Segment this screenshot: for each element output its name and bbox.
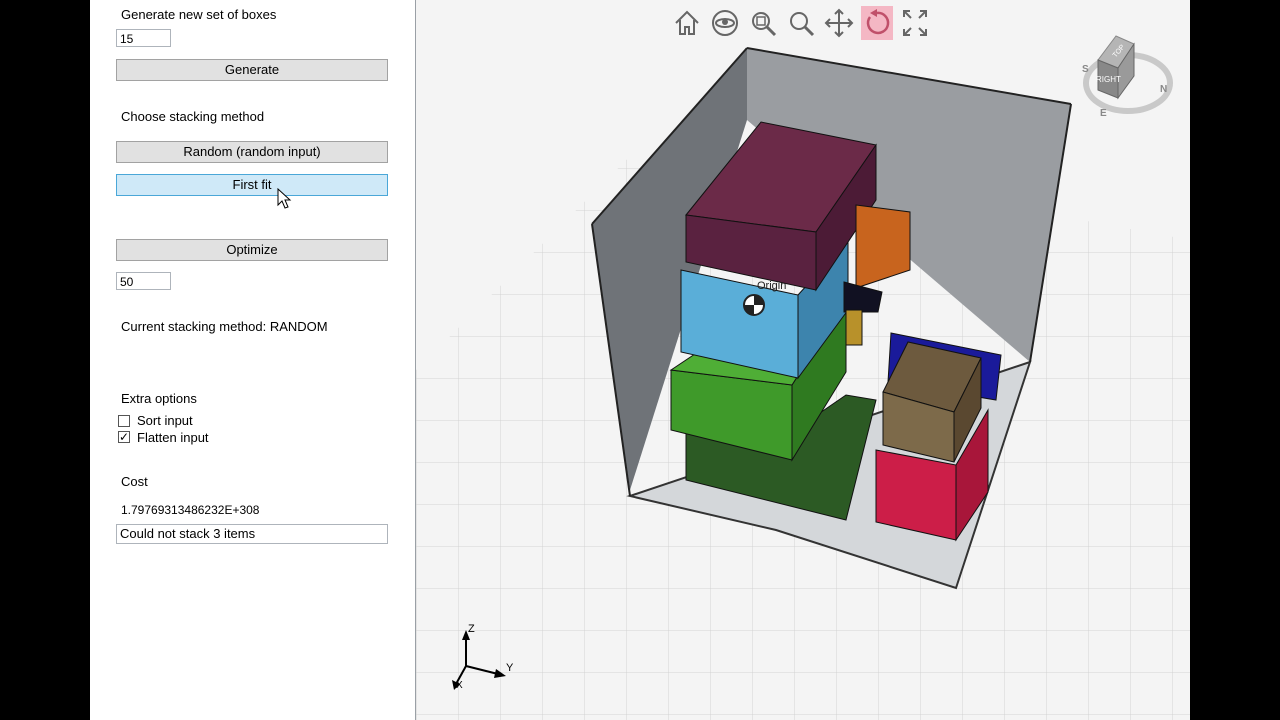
flatten-input-label: Flatten input — [137, 430, 209, 445]
flatten-input-checkbox[interactable]: ✓ — [118, 431, 130, 443]
compass-e-label: E — [1100, 108, 1107, 119]
pan-icon — [824, 8, 854, 38]
extra-options-label: Extra options — [121, 391, 197, 406]
sort-input-label: Sort input — [137, 413, 193, 428]
y-label: Y — [506, 662, 514, 674]
eye-button[interactable] — [709, 6, 741, 40]
3d-viewport[interactable]: Origin TOP RIGHT S E N Z Y X — [416, 0, 1190, 720]
fullscreen-button[interactable] — [899, 6, 931, 40]
home-icon — [675, 10, 699, 35]
box-tan[interactable] — [845, 309, 863, 346]
eye-icon — [712, 10, 738, 36]
cost-value: 1.79769313486232E+308 — [121, 503, 260, 517]
y-axis — [465, 665, 499, 675]
random-button[interactable]: Random (random input) — [116, 141, 388, 163]
home-button[interactable] — [671, 6, 703, 40]
axis-gizmo: Z Y X — [452, 623, 514, 691]
sort-input-checkbox[interactable] — [118, 415, 130, 427]
zoom-extents-icon — [752, 12, 777, 37]
fullscreen-icon — [903, 10, 927, 36]
compass-n-label: N — [1160, 84, 1167, 95]
rotate-icon — [866, 9, 890, 35]
box-count-input[interactable]: 15 — [116, 29, 171, 47]
z-label: Z — [468, 623, 475, 635]
compass-s-label: S — [1082, 64, 1089, 75]
generate-button[interactable]: Generate — [116, 59, 388, 81]
zoom-button[interactable] — [785, 6, 817, 40]
stacking-method-label: Choose stacking method — [121, 109, 265, 124]
optimize-iterations-input[interactable]: 50 — [116, 272, 171, 290]
generate-label: Generate new set of boxes — [121, 7, 277, 22]
optimize-button[interactable]: Optimize — [116, 239, 388, 261]
pan-button[interactable] — [823, 6, 855, 40]
y-arrow-icon — [494, 669, 506, 678]
first-fit-button[interactable]: First fit — [116, 174, 388, 196]
cost-label: Cost — [121, 474, 148, 489]
rotate-button[interactable] — [861, 6, 893, 40]
zoom-icon — [790, 12, 815, 37]
origin-label: Origin — [757, 280, 786, 292]
mouse-cursor-icon — [277, 188, 292, 209]
scene-canvas[interactable]: Origin — [416, 0, 1190, 720]
zoom-extents-button[interactable] — [747, 6, 779, 40]
view-cube[interactable]: TOP RIGHT S E N — [1078, 28, 1178, 120]
checkmark-icon: ✓ — [119, 430, 130, 444]
control-panel: Generate new set of boxes 15 Generate Ch… — [90, 0, 415, 720]
x-label: X — [456, 680, 463, 691]
current-method-text: Current stacking method: RANDOM — [121, 319, 328, 334]
status-message-field[interactable]: Could not stack 3 items — [116, 524, 388, 544]
view-cube-right-label: RIGHT — [1096, 75, 1121, 84]
